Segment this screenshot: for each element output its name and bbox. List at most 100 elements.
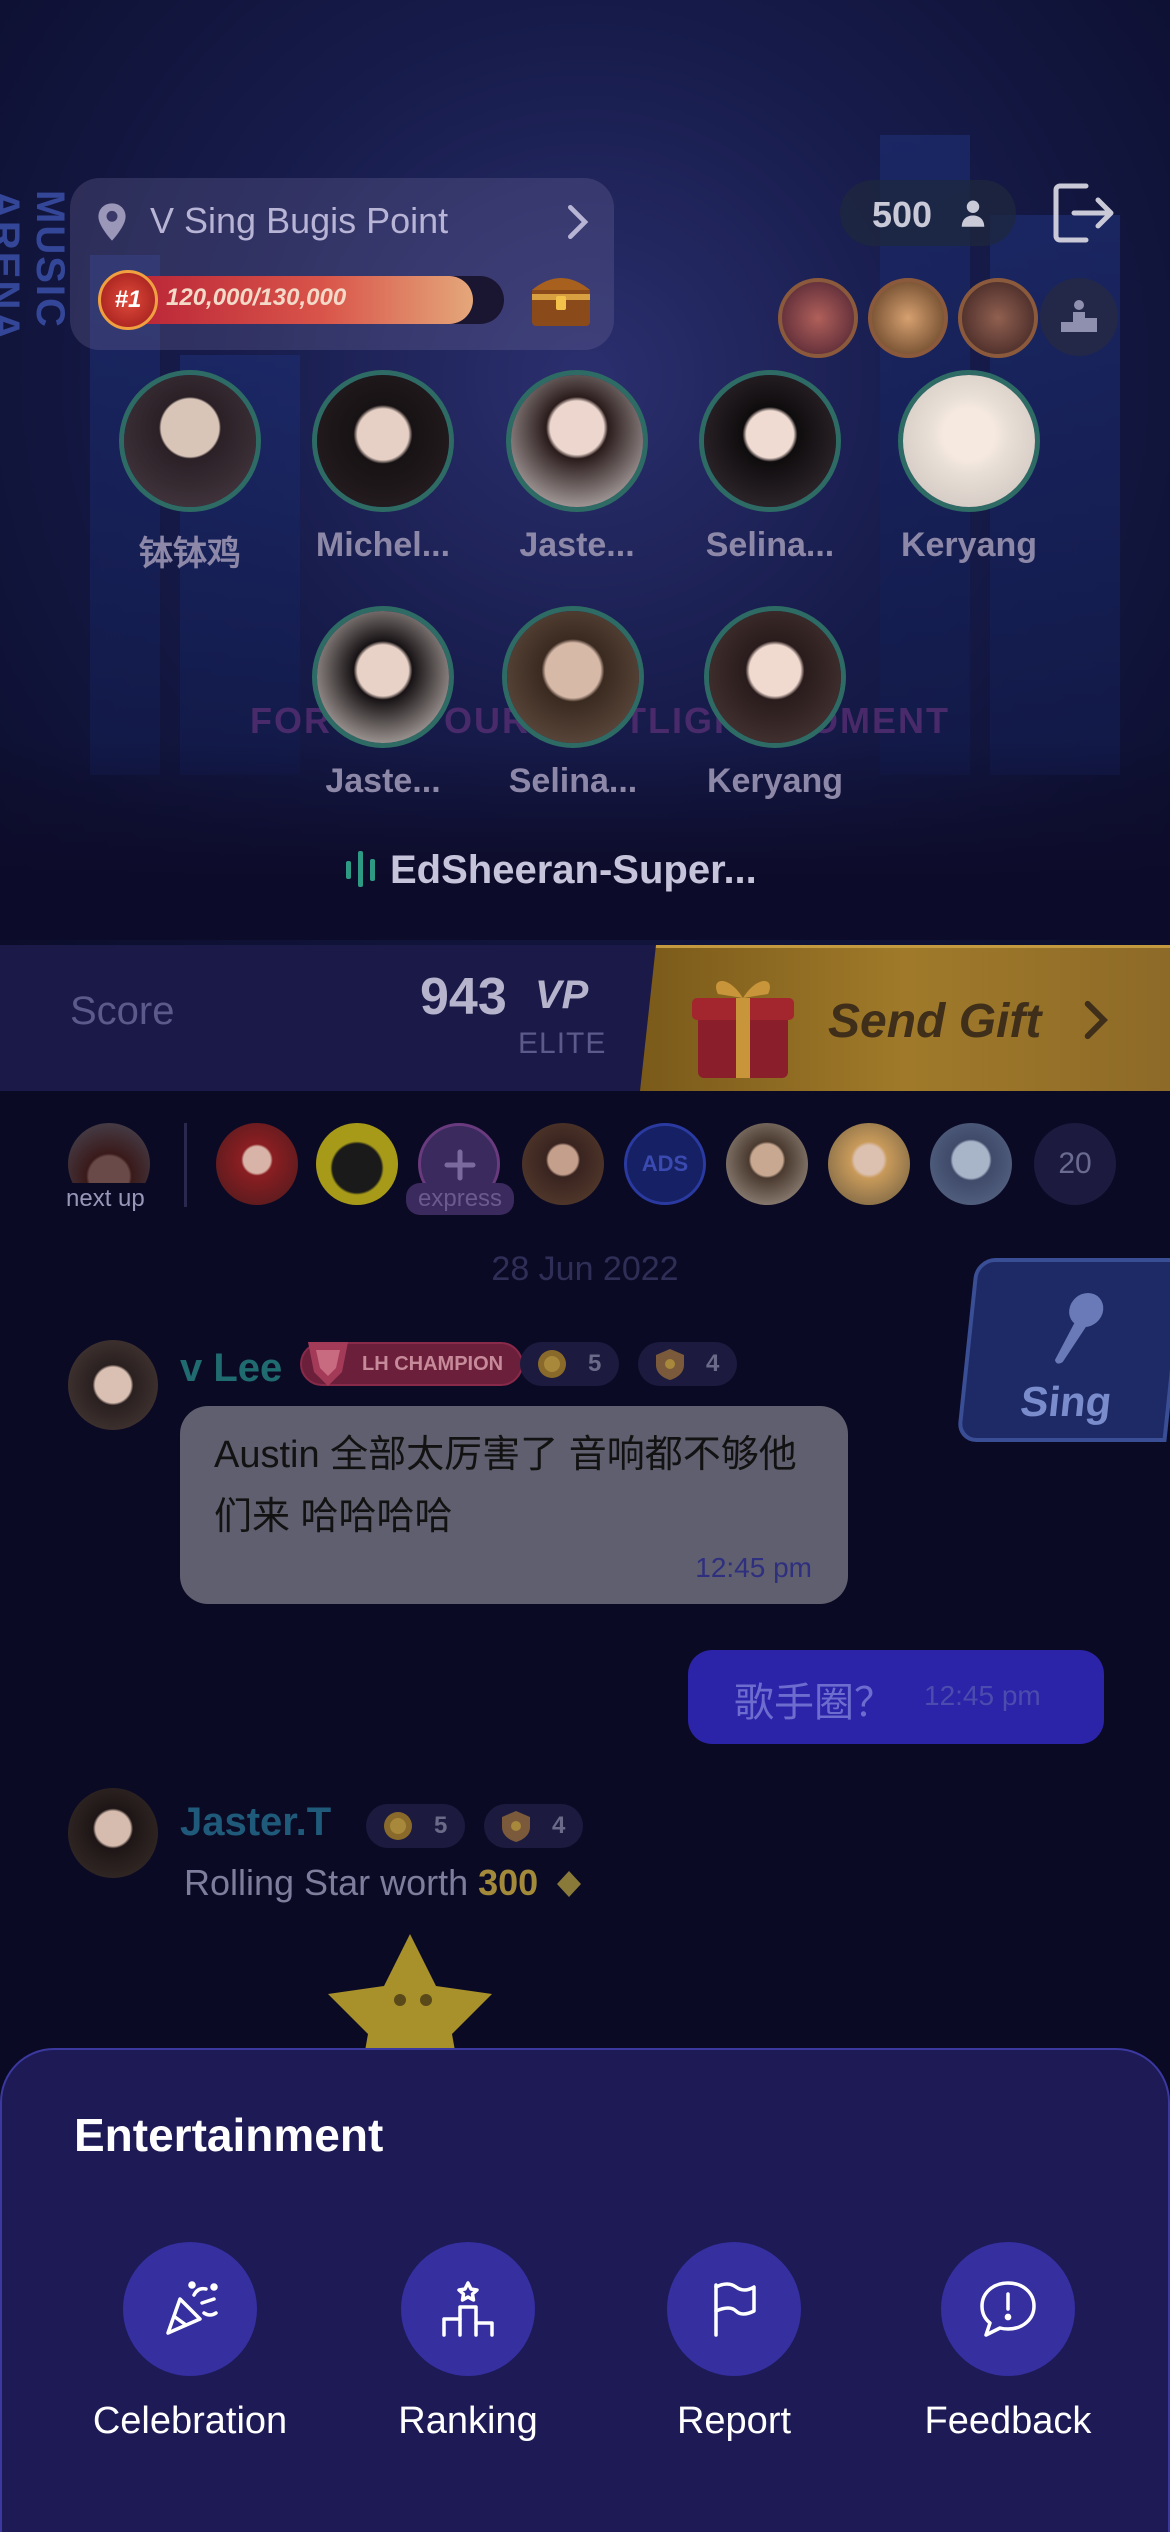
audience-avatar[interactable]: [316, 1123, 398, 1205]
champion-emblem-icon: [308, 1342, 348, 1386]
level-value: 5: [588, 1350, 602, 1377]
audience-avatar[interactable]: [726, 1123, 808, 1205]
action-circle: [401, 2242, 535, 2376]
send-gift-button[interactable]: Send Gift: [640, 945, 1170, 1091]
top-fan-avatar[interactable]: [958, 278, 1038, 358]
user-avatar[interactable]: [68, 1788, 158, 1878]
stage-background: MUSIC ARENA FORGING OUR SPOTLIGHT MOMENT…: [0, 0, 1170, 945]
shield-medal-icon: [656, 1349, 684, 1380]
plus-icon: [444, 1149, 476, 1181]
singer-avatar: [506, 370, 648, 512]
champion-badge-label: LH CHAMPION: [362, 1353, 504, 1375]
singer-seat[interactable]: Keryang: [690, 606, 860, 801]
gift-message-text: Rolling Star worth: [184, 1862, 479, 1903]
singer-seat[interactable]: 钵钵鸡: [105, 370, 275, 575]
singer-seat[interactable]: Selina...: [488, 606, 658, 801]
gold-medal-icon: [384, 1812, 412, 1840]
gift-box-icon: [692, 981, 794, 1078]
ranking-button[interactable]: Ranking: [358, 2242, 578, 2443]
entertainment-sheet: Entertainment Celebration Ranking Report…: [0, 2048, 1170, 2532]
song-title: EdSheeran-Super...: [390, 848, 757, 892]
level-value: 4: [706, 1350, 720, 1377]
celebration-button[interactable]: Celebration: [80, 2242, 300, 2443]
feedback-button[interactable]: Feedback: [898, 2242, 1118, 2443]
singer-name: Jaste...: [519, 526, 635, 564]
exit-icon[interactable]: [1046, 178, 1116, 248]
neon-sign: MUSIC ARENA: [0, 190, 72, 343]
chevron-right-icon: [1084, 1000, 1108, 1040]
message-time: 12:45 pm: [924, 1680, 1041, 1711]
location-name: V Sing Bugis Point: [150, 200, 449, 241]
flag-icon: [714, 2282, 756, 2337]
singer-seat[interactable]: Keryang: [884, 370, 1054, 565]
singer-avatar: [312, 370, 454, 512]
rank-badge: #1: [98, 270, 158, 330]
action-label: Celebration: [92, 2400, 288, 2442]
singer-avatar: [699, 370, 841, 512]
username[interactable]: Jaster.T: [180, 1800, 331, 1845]
singer-name: Michel...: [315, 526, 451, 564]
own-message-bubble[interactable]: 歌手圈？ 12:45 pm: [688, 1650, 1104, 1744]
message-bubble[interactable]: Austin 全部太厉害了 音响都不够他们来 哈哈哈哈 12:45 pm: [180, 1406, 848, 1604]
singer-seat[interactable]: Michel...: [298, 370, 468, 565]
next-up-label: next up: [56, 1183, 155, 1215]
gift-amount: 300: [478, 1862, 539, 1903]
action-circle: [667, 2242, 801, 2376]
audience-avatar[interactable]: [522, 1123, 604, 1205]
location-card[interactable]: V Sing Bugis Point 120,000/130,000 #1: [70, 178, 614, 350]
top-fan-avatar[interactable]: [868, 278, 948, 358]
score-value: 943: [420, 968, 507, 1026]
sing-label: Sing: [1018, 1378, 1115, 1425]
singer-name: 钵钵鸡: [139, 535, 241, 573]
treasure-chest-icon[interactable]: [526, 266, 596, 330]
audience-avatar[interactable]: [216, 1123, 298, 1205]
ads-label: ADS: [641, 1151, 689, 1176]
express-label: express: [406, 1183, 515, 1215]
action-label: Feedback: [924, 2400, 1092, 2442]
singer-avatar: [502, 606, 644, 748]
action-circle: [941, 2242, 1075, 2376]
ads-avatar[interactable]: ADS: [624, 1123, 706, 1205]
audience-avatar[interactable]: [930, 1123, 1012, 1205]
audio-bars-icon: [346, 851, 375, 887]
audience-avatar[interactable]: [828, 1123, 910, 1205]
message-text: Austin 全部太厉害了 音响都不够他们来 哈哈哈哈: [214, 1434, 797, 1538]
sheet-title: Entertainment: [74, 2109, 384, 2161]
more-audience-count[interactable]: 20: [1034, 1123, 1116, 1205]
user-avatar[interactable]: [68, 1340, 158, 1430]
level-value: 5: [434, 1812, 448, 1839]
champion-badge: LH CHAMPION: [300, 1342, 524, 1386]
score-unit: VP: [535, 973, 589, 1017]
singer-seat[interactable]: Jaste...: [492, 370, 662, 565]
singer-seat[interactable]: Jaste...: [298, 606, 468, 801]
report-button[interactable]: Report: [624, 2242, 844, 2443]
score-label: Score: [70, 989, 175, 1033]
sing-button[interactable]: Sing: [956, 1258, 1170, 1442]
singer-name: Keryang: [900, 526, 1038, 564]
audience-strip: next up express ADS 20: [0, 1091, 1170, 1241]
level-badge: 5: [520, 1342, 620, 1386]
now-playing[interactable]: EdSheeran-Super...: [344, 848, 757, 904]
chevron-right-icon: [567, 205, 589, 239]
level-badge: 5: [366, 1804, 466, 1848]
podium-icon: [1061, 300, 1097, 332]
podium-button[interactable]: [1040, 278, 1118, 356]
gold-medal-icon: [538, 1350, 566, 1378]
audience-count-pill[interactable]: 500: [840, 180, 1016, 246]
singer-name: Keryang: [706, 762, 844, 800]
gift-message: Rolling Star worth 300: [184, 1862, 584, 1904]
progress-text: 120,000/130,000: [166, 284, 347, 311]
divider: [184, 1123, 187, 1207]
level-badge: 4: [638, 1342, 738, 1386]
location-pin-icon: [98, 203, 126, 241]
message-text: 歌手圈？: [734, 1681, 894, 1725]
singer-avatar: [119, 370, 261, 512]
username[interactable]: v Lee: [180, 1346, 282, 1391]
singer-name: Selina...: [705, 526, 835, 564]
top-fan-avatar[interactable]: [778, 278, 858, 358]
action-label: Report: [676, 2400, 792, 2442]
singer-seat[interactable]: Selina...: [685, 370, 855, 565]
person-icon: [961, 200, 985, 227]
microphone-icon: [1054, 1293, 1104, 1364]
party-popper-icon: [166, 2281, 218, 2335]
